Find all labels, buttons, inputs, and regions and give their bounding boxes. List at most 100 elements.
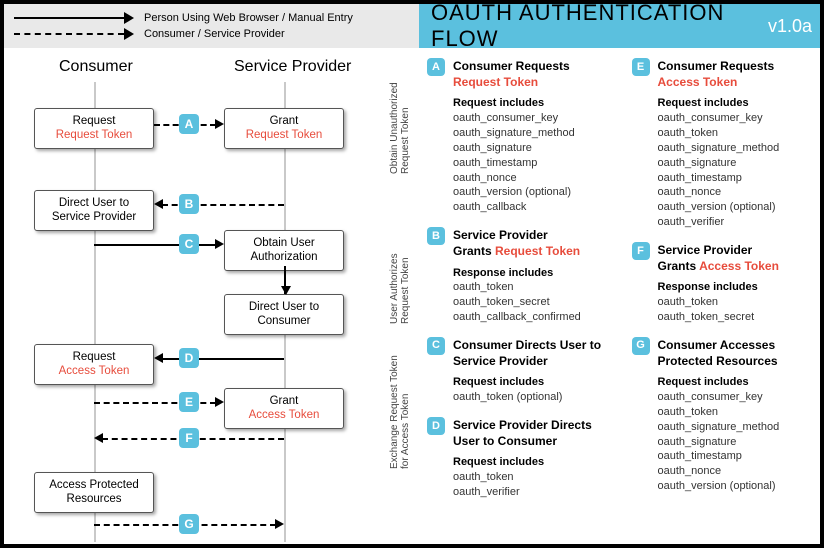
step-a: A Consumer RequestsRequest Token Request… (427, 58, 614, 215)
list-item: oauth_signature (658, 156, 819, 171)
box-line2: Request Token (231, 128, 337, 142)
step-title: Service Provider (453, 228, 548, 242)
list-item: oauth_token_secret (658, 310, 819, 325)
list-item: oauth_timestamp (658, 449, 819, 464)
step-list: oauth_tokenoauth_verifier (453, 470, 614, 500)
title-bar: OAUTH AUTHENTICATION FLOW v1.0a (419, 4, 824, 48)
dashed-arrow-icon (14, 27, 134, 41)
step-badge: C (427, 337, 445, 355)
list-item: oauth_version (optional) (658, 200, 819, 215)
list-item: oauth_callback_confirmed (453, 310, 614, 325)
step-sub: Request includes (453, 455, 614, 470)
list-item: oauth_verifier (453, 485, 614, 500)
list-item: oauth_token (658, 295, 819, 310)
step-sub: Request includes (453, 96, 614, 111)
step-g: G Consumer Accesses Protected Resources … (632, 337, 819, 494)
step-e: E Consumer Requests Access Token Request … (632, 58, 819, 230)
list-item: oauth_token (658, 126, 819, 141)
box-line1: Grant (231, 394, 337, 408)
step-title2: Grants (453, 244, 495, 258)
step-badge: E (632, 58, 650, 76)
list-item: oauth_token (453, 470, 614, 485)
step-d: D Service Provider Directs User to Consu… (427, 417, 614, 500)
step-badge: G (632, 337, 650, 355)
step-title: Service Provider (658, 243, 753, 257)
step-b: B Service Provider Grants Request Token R… (427, 227, 614, 325)
badge-e: E (179, 392, 199, 412)
step-sub: Request includes (658, 96, 819, 111)
list-item: oauth_consumer_key (658, 390, 819, 405)
steps-col-2: E Consumer Requests Access Token Request … (632, 58, 819, 540)
step-list: oauth_consumer_keyoauth_token oauth_signa… (658, 111, 819, 230)
box-grant-request-token: Grant Request Token (224, 108, 344, 149)
box-request-access-token: Request Access Token (34, 344, 154, 385)
legend-solid-label: Person Using Web Browser / Manual Entry (144, 12, 353, 24)
version-label: v1.0a (768, 16, 812, 37)
box-line2: Access Token (231, 408, 337, 422)
phase-3: Exchange Request Token for Access Token (389, 355, 411, 469)
step-badge: D (427, 417, 445, 435)
list-item: oauth_nonce (658, 185, 819, 200)
box-line1: Request (41, 350, 147, 364)
legend-dashed-label: Consumer / Service Provider (144, 28, 285, 40)
legend: Person Using Web Browser / Manual Entry … (4, 4, 419, 48)
box-line2: Access Token (41, 364, 147, 378)
box-obtain-user-auth: Obtain User Authorization (224, 230, 344, 271)
list-item: oauth_signature_method (453, 126, 614, 141)
page-title: OAUTH AUTHENTICATION FLOW (431, 0, 768, 52)
list-item: oauth_version (optional) (453, 185, 614, 200)
step-title: Consumer Requests (658, 59, 775, 73)
details-panel: OAUTH AUTHENTICATION FLOW v1.0a A Consum… (419, 4, 824, 544)
step-list: oauth_consumer_keyoauth_tokenoauth_signa… (658, 390, 819, 494)
step-list: oauth_token (optional) (453, 390, 614, 405)
box-line1: Grant (231, 114, 337, 128)
list-item: oauth_version (optional) (658, 479, 819, 494)
box-line1: Request (41, 114, 147, 128)
list-item: oauth_token (658, 405, 819, 420)
list-item: oauth_nonce (658, 464, 819, 479)
step-list: oauth_tokenoauth_token_secretoauth_callb… (453, 280, 614, 325)
provider-header: Service Provider (234, 58, 351, 76)
step-red: Request Token (495, 244, 580, 258)
box-line2: Request Token (41, 128, 147, 142)
box-request-request-token: Request Request Token (34, 108, 154, 149)
legend-solid: Person Using Web Browser / Manual Entry (14, 10, 409, 26)
badge-c: C (179, 234, 199, 254)
step-f: F Service Provider Grants Access Token Re… (632, 242, 819, 325)
step-red: Request Token (453, 75, 538, 89)
step-red: Access Token (699, 259, 779, 273)
badge-b: B (179, 194, 199, 214)
badge-a: A (179, 114, 199, 134)
step-title: Consumer Requests (453, 59, 570, 73)
legend-dashed: Consumer / Service Provider (14, 26, 409, 42)
steps-col-1: A Consumer RequestsRequest Token Request… (427, 58, 614, 540)
box-direct-user-to-sp: Direct User to Service Provider (34, 190, 154, 231)
step-title: Consumer Accesses Protected Resources (658, 337, 819, 369)
box-grant-access-token: Grant Access Token (224, 388, 344, 429)
flow-diagram: Person Using Web Browser / Manual Entry … (4, 4, 419, 544)
step-sub: Response includes (658, 280, 819, 295)
list-item: oauth_token (optional) (453, 390, 614, 405)
badge-d: D (179, 348, 199, 368)
list-item: oauth_signature (658, 435, 819, 450)
step-c: C Consumer Directs User to Service Provi… (427, 337, 614, 405)
step-sub: Request includes (453, 375, 614, 390)
list-item: oauth_signature (453, 141, 614, 156)
phase-2: User Authorizes Request Token (389, 253, 411, 324)
arrow-icon (14, 11, 134, 25)
list-item: oauth_nonce (453, 171, 614, 186)
list-item: oauth_consumer_key (453, 111, 614, 126)
list-item: oauth_consumer_key (658, 111, 819, 126)
step-list: oauth_tokenoauth_token_secret (658, 295, 819, 325)
step-badge: B (427, 227, 445, 245)
step-badge: F (632, 242, 650, 260)
list-item: oauth_signature_method (658, 420, 819, 435)
diagram-frame: Person Using Web Browser / Manual Entry … (0, 0, 824, 548)
step-sub: Response includes (453, 266, 614, 281)
list-item: oauth_verifier (658, 215, 819, 230)
step-red: Access Token (658, 75, 738, 89)
box-direct-user-to-consumer: Direct User to Consumer (224, 294, 344, 335)
step-title2: Grants (658, 259, 700, 273)
list-item: oauth_timestamp (658, 171, 819, 186)
step-list: oauth_consumer_keyoauth_signature_method… (453, 111, 614, 215)
